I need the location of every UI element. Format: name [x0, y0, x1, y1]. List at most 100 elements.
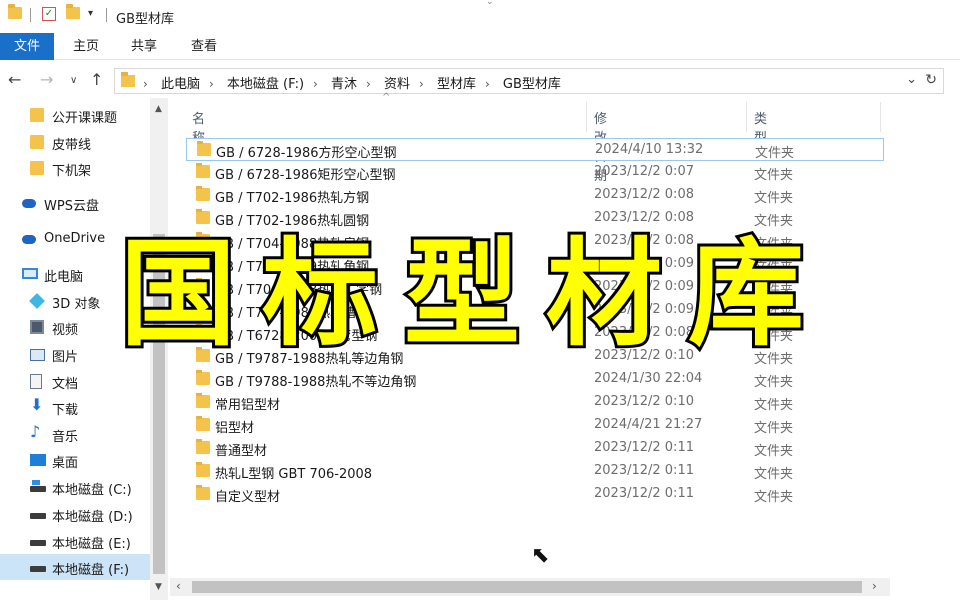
forward-arrow-icon[interactable]: →: [40, 70, 53, 89]
sidebar-item[interactable]: WPS云盘: [0, 190, 150, 216]
music-icon: ♪: [30, 422, 41, 441]
navigation-bar: ← → ∨ ↑ › 此电脑 › 本地磁盘 (F:) › 青沐 › 资料 › 型材库 › G…: [0, 66, 960, 96]
sidebar-item-label: 下机架: [52, 164, 92, 179]
scroll-left-icon[interactable]: ‹: [176, 579, 181, 593]
scroll-down-icon[interactable]: ▼: [155, 582, 162, 592]
sidebar-item[interactable]: 本地磁盘 (C:): [0, 474, 150, 500]
sort-ascending-icon: ^: [382, 92, 391, 103]
sidebar-item[interactable]: 本地磁盘 (E:): [0, 528, 150, 554]
customize-quick-access-icon[interactable]: ▾: [88, 8, 93, 19]
folder-icon: [196, 163, 210, 178]
breadcrumb-profile-library[interactable]: 型材库: [437, 77, 476, 92]
documents-icon: [30, 374, 42, 389]
address-bar[interactable]: › 此电脑 › 本地磁盘 (F:) › 青沐 › 资料 › 型材库 › GB型材库 ⌄ ↻: [114, 68, 944, 94]
drive-icon: [30, 480, 46, 492]
column-divider[interactable]: [586, 102, 587, 132]
sidebar-item[interactable]: ⬇ 下载: [0, 394, 150, 420]
refresh-icon[interactable]: ↻: [925, 72, 937, 88]
table-row[interactable]: 普通型材 2023/12/2 0:11 文件夹: [186, 437, 884, 460]
file-name[interactable]: GB / T702-1986热轧方钢: [215, 187, 369, 206]
breadcrumb: › 此电脑 › 本地磁盘 (F:) › 青沐 › 资料 › 型材库 › GB型材库: [143, 77, 561, 92]
back-arrow-icon[interactable]: ←: [8, 70, 21, 89]
overlay-caption: 国标型材库: [117, 227, 830, 363]
sidebar-item[interactable]: 公开课课题: [0, 102, 150, 128]
folder-icon: [30, 108, 44, 122]
file-date: 2024/4/21 21:27: [594, 417, 703, 432]
file-date: 2023/12/2 0:08: [594, 187, 694, 202]
sidebar-item-label: 3D 对象: [52, 297, 101, 312]
sidebar-item-label: 皮带线: [52, 138, 92, 153]
scroll-up-icon[interactable]: ▲: [155, 104, 162, 114]
sidebar-item[interactable]: 本地磁盘 (D:): [0, 501, 150, 527]
folder-icon: [121, 72, 135, 87]
file-name[interactable]: 铝型材: [215, 417, 254, 436]
separator: [30, 8, 31, 22]
horizontal-scrollbar[interactable]: ‹ ›: [170, 578, 890, 596]
sidebar-item[interactable]: 本地磁盘 (F:): [0, 554, 150, 580]
file-name[interactable]: 热轧L型钢 GBT 706-2008: [215, 463, 372, 482]
sidebar-item-label: 桌面: [52, 456, 79, 471]
file-name[interactable]: GB / T9788-1988热轧不等边角钢: [215, 371, 416, 390]
up-arrow-icon[interactable]: ↑: [90, 70, 103, 89]
tab-home[interactable]: 主页: [64, 33, 108, 60]
properties-icon[interactable]: ✓: [42, 7, 56, 21]
file-name[interactable]: 普通型材: [215, 440, 267, 459]
file-name[interactable]: GB / 6728-1986方形空心型钢: [216, 142, 397, 161]
new-folder-icon[interactable]: [66, 4, 80, 19]
sidebar-item[interactable]: ♪ 音乐: [0, 421, 150, 447]
table-row[interactable]: GB / 6728-1986方形空心型钢 2024/4/10 13:32 文件夹: [186, 138, 884, 161]
sidebar-item-label: 此电脑: [44, 270, 84, 285]
sidebar-item-label: 本地磁盘 (C:): [52, 483, 132, 498]
sidebar-item[interactable]: 桌面: [0, 447, 150, 473]
breadcrumb-drive-f[interactable]: 本地磁盘 (F:): [227, 77, 304, 92]
title-bar: ✓ ▾ GB型材库 ⌄: [0, 0, 960, 32]
breadcrumb-ziliao[interactable]: 资料: [384, 77, 410, 92]
table-row[interactable]: 常用铝型材 2023/12/2 0:10 文件夹: [186, 391, 884, 414]
breadcrumb-gb-library[interactable]: GB型材库: [503, 77, 561, 92]
table-row[interactable]: 自定义型材 2023/12/2 0:11 文件夹: [186, 483, 884, 506]
folder-icon: [30, 135, 44, 149]
file-date: 2023/12/2 0:10: [594, 394, 694, 409]
scroll-right-icon[interactable]: ›: [872, 579, 877, 593]
table-row[interactable]: 热轧L型钢 GBT 706-2008 2023/12/2 0:11 文件夹: [186, 460, 884, 483]
sidebar-item-label: 图片: [52, 350, 79, 365]
column-divider[interactable]: [746, 102, 747, 132]
file-type: 文件夹: [754, 375, 794, 390]
folder-icon: [196, 485, 210, 500]
breadcrumb-qingmu[interactable]: 青沐: [331, 77, 357, 92]
sidebar-item[interactable]: 皮带线: [0, 129, 150, 155]
ribbon-tabs: 文件 主页 共享 查看: [0, 33, 960, 60]
address-dropdown-icon[interactable]: ⌄: [906, 72, 917, 87]
column-divider[interactable]: [880, 102, 881, 132]
breadcrumb-this-pc[interactable]: 此电脑: [161, 77, 200, 92]
table-row[interactable]: GB / T702-1986热轧方钢 2023/12/2 0:08 文件夹: [186, 184, 884, 207]
recent-locations-icon[interactable]: ∨: [70, 75, 77, 86]
file-name[interactable]: GB / 6728-1986矩形空心型钢: [215, 164, 396, 183]
file-name[interactable]: 自定义型材: [215, 486, 280, 505]
folder-icon: [196, 209, 210, 224]
download-icon: ⬇: [30, 395, 44, 414]
file-type: 文件夹: [754, 398, 794, 413]
horizontal-scroll-thumb[interactable]: [192, 581, 862, 593]
tab-file[interactable]: 文件: [0, 33, 54, 60]
window-title: GB型材库: [116, 12, 174, 27]
file-type: 文件夹: [755, 146, 795, 161]
table-row[interactable]: 铝型材 2024/4/21 21:27 文件夹: [186, 414, 884, 437]
table-row[interactable]: GB / T9788-1988热轧不等边角钢 2024/1/30 22:04 文件夹: [186, 368, 884, 391]
folder-icon: [196, 370, 210, 385]
sidebar-item-label: OneDrive: [44, 231, 106, 246]
file-type: 文件夹: [754, 490, 794, 505]
file-name[interactable]: 常用铝型材: [215, 394, 280, 413]
sidebar-item-label: 本地磁盘 (F:): [52, 563, 130, 578]
tab-view[interactable]: 查看: [182, 33, 226, 60]
file-type: 文件夹: [754, 467, 794, 482]
file-date: 2023/12/2 0:11: [594, 440, 694, 455]
tab-share[interactable]: 共享: [122, 33, 166, 60]
sidebar-item[interactable]: 文档: [0, 368, 150, 394]
table-row[interactable]: GB / 6728-1986矩形空心型钢 2023/12/2 0:07 文件夹: [186, 161, 884, 184]
sidebar-item-label: 音乐: [52, 430, 79, 445]
folder-icon: [196, 393, 210, 408]
sidebar-item[interactable]: 下机架: [0, 155, 150, 181]
file-date: 2024/1/30 22:04: [594, 371, 703, 386]
sidebar-item-label: 下载: [52, 403, 79, 418]
